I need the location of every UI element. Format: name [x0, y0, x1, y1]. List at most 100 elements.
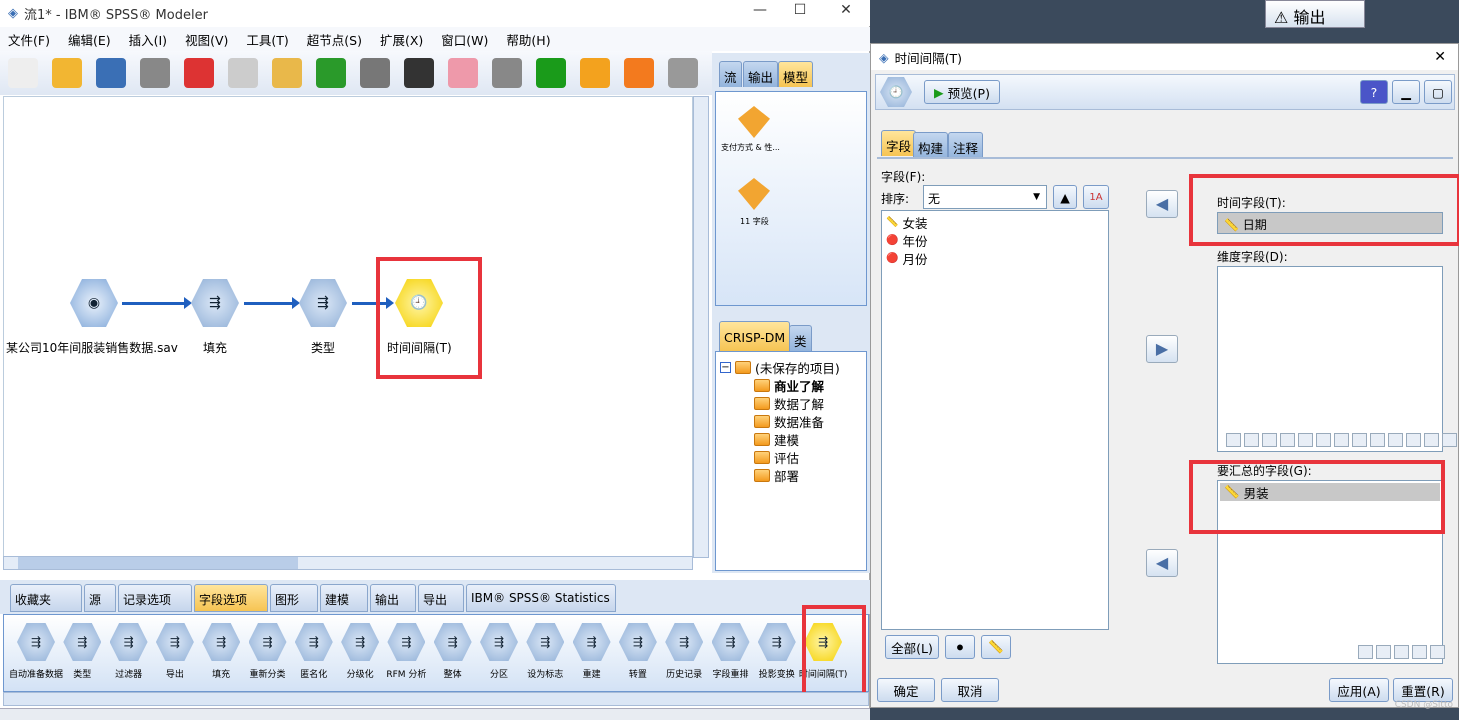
tab-divider	[877, 157, 1453, 159]
palette-tab[interactable]: 建模	[320, 584, 368, 612]
menu-item[interactable]: 编辑(E)	[68, 30, 111, 49]
menu-item[interactable]: 帮助(H)	[506, 30, 550, 49]
ok-button[interactable]: 确定	[877, 678, 935, 702]
palette-tab[interactable]: 源	[84, 584, 116, 612]
source-node[interactable]: ◉	[70, 279, 118, 327]
canvas-vertical-scrollbar[interactable]	[693, 96, 709, 558]
fields-list[interactable]: 📏 女装 🔴 年份 🔴 月份	[881, 210, 1109, 630]
find-icon[interactable]	[404, 58, 434, 88]
folder-label: 部署	[774, 468, 800, 484]
palette-tab[interactable]: IBM® SPSS® Statistics	[466, 584, 616, 612]
model-label[interactable]: 支付方式 & 性...	[721, 142, 780, 153]
apply-button[interactable]: 应用(A)	[1329, 678, 1389, 702]
maximize-button[interactable]: ☐	[780, 2, 820, 24]
menu-item[interactable]: 超节点(S)	[307, 30, 362, 49]
paste-icon[interactable]	[272, 58, 302, 88]
redo-icon[interactable]	[360, 58, 390, 88]
palette-tab[interactable]: 收藏夹	[10, 584, 82, 612]
star-icon[interactable]	[668, 58, 698, 88]
select-all-button[interactable]: 全部(L)	[885, 635, 939, 659]
project-folder[interactable]: 评估	[716, 448, 866, 466]
fill-node[interactable]: ⇶	[191, 279, 239, 327]
canvas-horizontal-scrollbar[interactable]	[3, 556, 693, 570]
tab-fields[interactable]: 字段	[881, 130, 917, 156]
dialog-title-bar: ◈ 时间间隔(T) ✕	[871, 44, 1458, 70]
move-to-dimension-button[interactable]: ▶	[1146, 335, 1178, 363]
tab-streams[interactable]: 流	[719, 61, 742, 87]
minimize-button[interactable]: —	[740, 2, 780, 24]
palette-tab[interactable]: 导出	[418, 584, 464, 612]
tab-outputs[interactable]: 输出	[743, 61, 779, 87]
type-node[interactable]: ⇶	[299, 279, 347, 327]
tab-annotations[interactable]: 注释	[948, 132, 984, 158]
tab-build[interactable]: 构建	[913, 132, 949, 158]
close-button[interactable]: ✕	[826, 2, 866, 24]
nominal-icon: 🔴	[886, 252, 899, 264]
field-item[interactable]: 📏 女装	[882, 213, 1108, 231]
cut-icon[interactable]	[184, 58, 214, 88]
field-item[interactable]: 🔴 月份	[882, 249, 1108, 267]
menu-bar: 文件(F) 编辑(E) 插入(I) 视图(V) 工具(T) 超节点(S) 扩展(X) 窗口(W…	[0, 27, 870, 51]
maximize-dialog-button[interactable]: ▢	[1424, 80, 1452, 104]
palette-tabs: 收藏夹源记录选项 字段选项 图形 建模 输出 导出 IBM® SPSS® Statistic…	[0, 580, 870, 614]
save-icon[interactable]	[96, 58, 126, 88]
run-icon[interactable]	[536, 58, 566, 88]
stream-canvas[interactable]: ◉ 某公司10年间服装销售数据.sav ⇶ 填充 ⇶ 类型 🕘 时间间隔(T)	[3, 96, 693, 558]
menu-item[interactable]: 工具(T)	[246, 30, 288, 49]
print-icon[interactable]	[140, 58, 170, 88]
palette-tab[interactable]: 输出	[370, 584, 416, 612]
project-root[interactable]: − (未保存的项目)	[716, 358, 866, 376]
node-icon: ⇶	[63, 623, 102, 661]
title-bar: ◈ 流1* - IBM® SPSS® Modeler — ☐ ✕	[0, 0, 870, 26]
tab-crisp-dm[interactable]: CRISP-DM	[719, 321, 791, 351]
project-folder[interactable]: 数据准备	[716, 412, 866, 430]
copy-icon[interactable]	[228, 58, 258, 88]
undo-icon[interactable]	[316, 58, 346, 88]
model-nugget-icon[interactable]	[738, 178, 770, 210]
project-folder[interactable]: 建模	[716, 430, 866, 448]
select-continuous-button[interactable]: 📏	[981, 635, 1011, 659]
help-button[interactable]: ?	[1360, 80, 1388, 104]
sort-alpha-button[interactable]: 1A	[1083, 185, 1109, 209]
move-to-time-field-button[interactable]: ◀	[1146, 190, 1178, 218]
menu-item[interactable]: 扩展(X)	[380, 30, 423, 49]
dimension-fields-label: 维度字段(D):	[1217, 250, 1288, 264]
minimize-dialog-button[interactable]: ▁	[1392, 80, 1420, 104]
folder-icon	[754, 396, 770, 410]
menu-item[interactable]: 插入(I)	[129, 30, 167, 49]
collapse-icon[interactable]: −	[720, 361, 731, 373]
palette-tab[interactable]: 图形	[270, 584, 318, 612]
palette-tab[interactable]: 字段选项	[194, 584, 268, 612]
open-icon[interactable]	[52, 58, 82, 88]
menu-item[interactable]: 视图(V)	[185, 30, 228, 49]
edit-icon[interactable]	[448, 58, 478, 88]
favorite-icon[interactable]	[624, 58, 654, 88]
cancel-button[interactable]: 取消	[941, 678, 999, 702]
dialog-close-button[interactable]: ✕	[1434, 49, 1446, 65]
dimension-fields-list[interactable]	[1217, 266, 1457, 452]
project-folder[interactable]: 部署	[716, 466, 866, 484]
stop-icon[interactable]	[492, 58, 522, 88]
run-selection-icon[interactable]	[580, 58, 610, 88]
model-nugget-icon[interactable]	[738, 106, 770, 138]
select-nominal-button[interactable]: ⚫	[945, 635, 975, 659]
sort-order-button[interactable]: ▲	[1053, 185, 1077, 209]
project-folder[interactable]: 商业了解	[716, 376, 866, 394]
project-folder[interactable]: 数据了解	[716, 394, 866, 412]
menu-item[interactable]: 窗口(W)	[441, 30, 488, 49]
palette-tab[interactable]: 记录选项	[118, 584, 192, 612]
move-to-aggregate-button[interactable]: ◀	[1146, 549, 1178, 577]
menu-item[interactable]: 文件(F)	[8, 30, 50, 49]
connection-arrow	[244, 297, 300, 309]
reset-button[interactable]: 重置(R)	[1393, 678, 1453, 702]
model-label[interactable]: 11 字段	[740, 216, 769, 227]
sort-select[interactable]: 无 ▼	[923, 185, 1047, 209]
folder-label: 建模	[774, 432, 800, 448]
new-icon[interactable]	[8, 58, 38, 88]
palette-scrollbar[interactable]	[3, 692, 869, 706]
folder-icon	[754, 450, 770, 464]
preview-button[interactable]: ▶ 预览(P)	[924, 80, 1000, 104]
tab-classes[interactable]: 类	[789, 325, 812, 351]
field-item[interactable]: 🔴 年份	[882, 231, 1108, 249]
tab-models[interactable]: 模型	[778, 61, 814, 87]
